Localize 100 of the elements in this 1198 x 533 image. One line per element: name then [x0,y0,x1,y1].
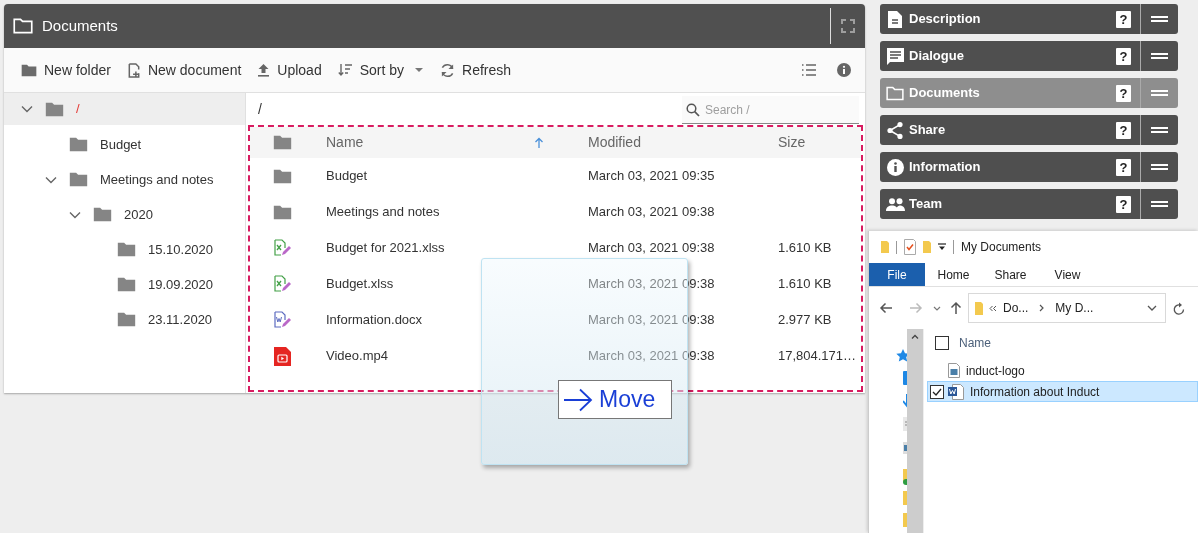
help-icon[interactable]: ? [1116,10,1131,28]
drag-handle-icon[interactable] [1151,16,1168,22]
address-bar[interactable]: Do... My D... [968,293,1166,323]
upload-icon [257,63,271,77]
chevron-down-icon[interactable] [1147,305,1157,311]
path-label: / [258,99,262,119]
folder-icon [13,18,33,34]
drag-handle-icon[interactable] [1151,127,1168,133]
customize-dropdown-icon[interactable] [938,243,946,251]
spreadsheet-icon [273,239,291,257]
column-header[interactable]: Name [959,334,991,352]
table-row[interactable]: Budget for 2021.xlss March 03, 2021 09:38 1.610 KB [250,230,861,266]
scrollbar[interactable] [907,329,923,533]
table-cell-text: March 03, 2021 09:35 [587,167,716,186]
widget-title: Description [909,10,981,29]
breadcrumb[interactable]: My D... [1055,299,1094,317]
info-icon[interactable] [837,63,851,77]
folder-icon [69,172,88,187]
table-row[interactable]: Meetings and notes March 03, 2021 09:38 [250,194,861,230]
folder-icon [45,101,64,117]
folder-icon [21,63,37,77]
widget-header[interactable]: Information ? [880,152,1178,182]
table-cell-text: Meetings and notes [325,203,441,222]
table-cell-text: Information.docx [325,311,424,330]
folder-icon [117,242,136,257]
widget-title: Share [909,121,946,140]
help-icon[interactable]: ? [1116,195,1131,213]
checkbox[interactable] [935,336,949,350]
checkbox[interactable] [930,384,944,399]
ribbon-tab[interactable]: View [1039,263,1096,286]
overflow-chevrons-icon [989,304,997,312]
up-icon[interactable] [950,301,962,315]
chevron-down-icon[interactable] [45,175,57,184]
document-icon [888,10,902,28]
word-document-icon [948,383,964,400]
table-cell-text: 1.610 KB [777,275,833,294]
refresh-icon[interactable] [1173,301,1185,315]
folder-icon [117,312,136,327]
recent-dropdown-icon[interactable] [933,305,941,311]
fullscreen-icon[interactable] [841,19,855,33]
table-cell-text: Budget [325,167,369,186]
sort-ascending-icon [534,136,544,149]
widget-header[interactable]: Team ? [880,189,1178,219]
image-file-icon [948,363,960,378]
tree-item[interactable]: / [4,93,245,125]
spreadsheet-icon [273,275,291,293]
column-header[interactable]: Modified [576,132,766,153]
drag-handle-icon[interactable] [1151,53,1168,59]
column-header[interactable]: Name [314,132,576,153]
column-header[interactable]: Size [766,132,861,153]
toolbar-button[interactable]: Sort by [332,55,430,85]
list-view-icon[interactable] [801,63,817,77]
folder-icon [93,207,112,222]
checklist-icon[interactable] [904,239,916,255]
help-icon[interactable]: ? [1116,84,1131,102]
table-row[interactable]: Budget March 03, 2021 09:35 [250,158,861,194]
drag-handle-icon[interactable] [1151,164,1168,170]
share-icon [887,121,903,139]
tree-item[interactable]: 19.09.2020 [4,267,245,302]
ribbon-tab[interactable]: Share [982,263,1039,286]
video-file-icon [273,346,291,366]
search-field[interactable]: Search / [682,96,859,124]
people-icon [885,197,905,211]
toolbar-button[interactable]: Refresh [435,55,517,85]
widget-header[interactable]: Dialogue ? [880,41,1178,71]
sort-icon [337,63,353,77]
widget-title: Dialogue [909,47,964,66]
drag-handle-icon[interactable] [1151,90,1168,96]
widget-header[interactable]: Documents ? [880,78,1178,108]
tree-item[interactable]: 23.11.2020 [4,302,245,337]
folder-icon [886,85,904,101]
breadcrumb[interactable]: Do... [1003,299,1029,317]
help-icon[interactable]: ? [1116,121,1131,139]
move-label: Move [599,385,656,415]
folder-icon [881,241,889,253]
file-row[interactable]: induct-logo [927,360,1198,381]
widget-header[interactable]: Share ? [880,115,1178,145]
widget-title: Documents [909,84,980,103]
ribbon-tab[interactable]: Home [925,263,982,286]
chevron-down-icon[interactable] [21,105,33,113]
new-document-icon [126,62,141,78]
tree-item[interactable]: 2020 [4,197,245,232]
help-icon[interactable]: ? [1116,47,1131,65]
back-icon[interactable] [879,302,893,314]
tree-item[interactable]: 15.10.2020 [4,232,245,267]
widget-title: Information [909,158,981,177]
widget-header[interactable]: Description ? [880,4,1178,34]
tree-item[interactable]: Budget [4,127,245,162]
toolbar-button[interactable]: Upload [252,55,327,85]
scroll-up-icon[interactable] [911,334,919,339]
ribbon-tab[interactable]: File [869,263,925,286]
tree-item[interactable]: Meetings and notes [4,162,245,197]
chevron-down-icon[interactable] [69,210,81,219]
help-icon[interactable]: ? [1116,158,1131,176]
drag-handle-icon[interactable] [1151,201,1168,207]
folder-icon [69,137,88,152]
file-row[interactable]: Information about Induct [927,381,1198,402]
toolbar-button[interactable]: New folder [16,55,116,85]
toolbar-button[interactable]: New document [121,55,247,85]
checkmark-icon [932,387,942,396]
